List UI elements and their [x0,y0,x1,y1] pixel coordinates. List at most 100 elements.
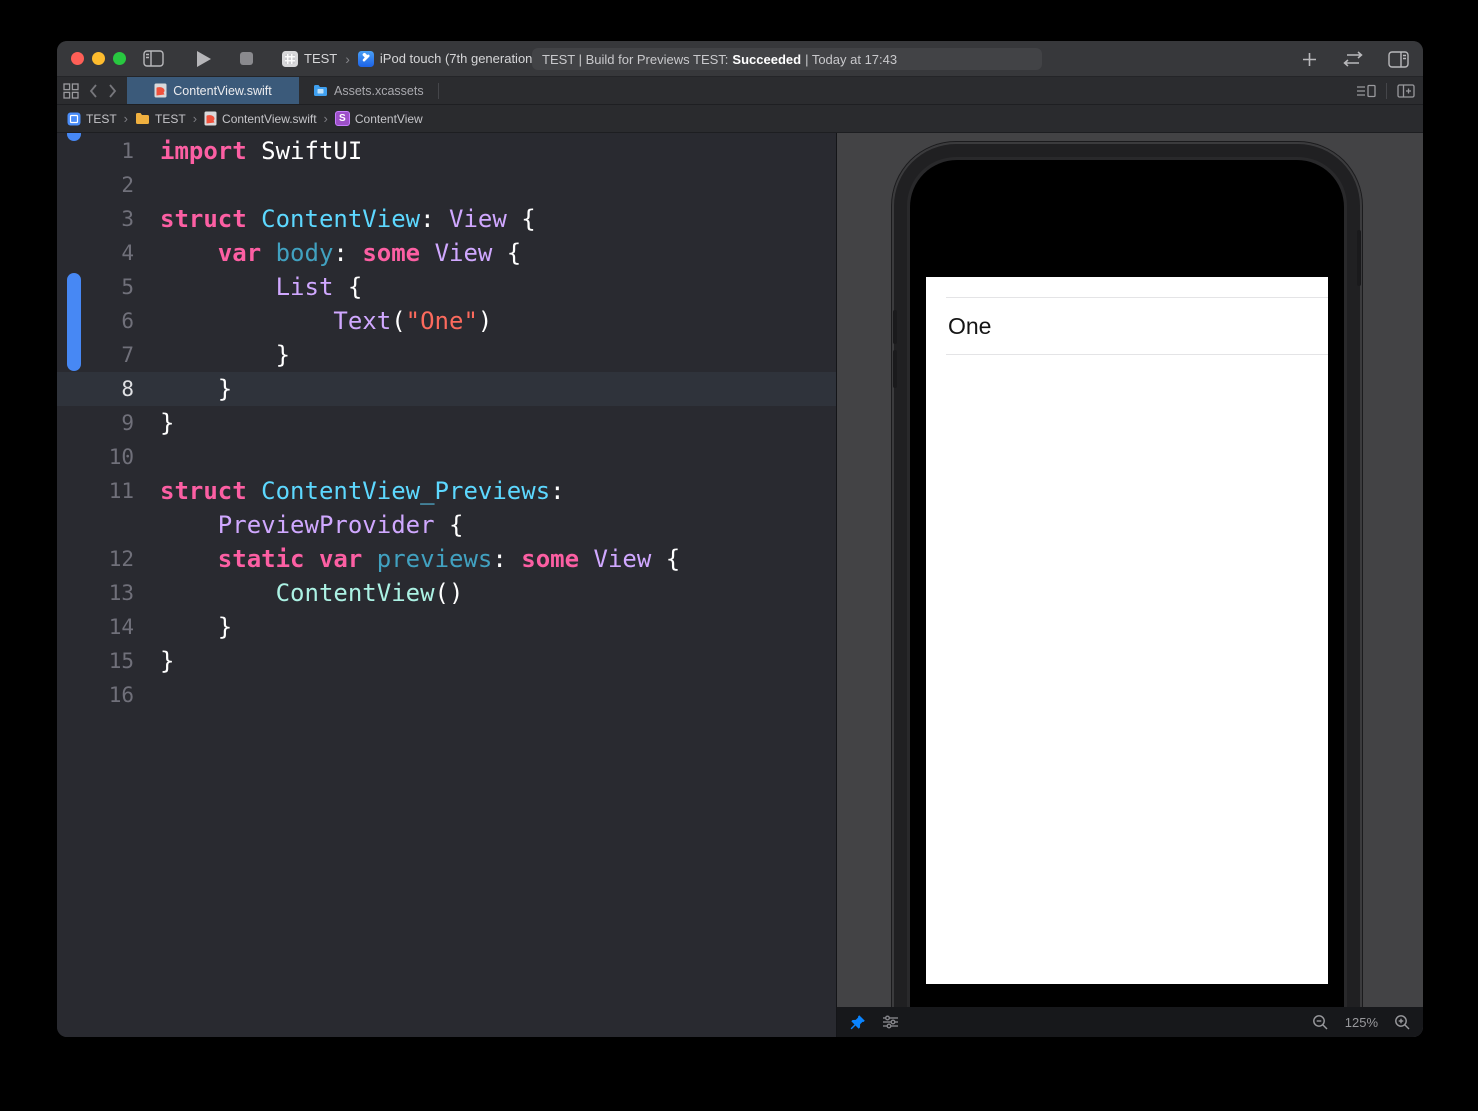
code-line[interactable]: 8 } [57,372,836,406]
volume-up-button [893,310,897,344]
xcode-window: TEST › iPod touch (7th generation) TEST … [57,41,1423,1037]
stop-button[interactable] [240,52,253,65]
app-target-icon [282,50,298,67]
navigator-sidebar-toggle-icon[interactable] [143,50,164,67]
code-line[interactable]: 4 var body: some View { [57,236,836,270]
breadcrumb-symbol[interactable]: S ContentView [334,111,423,126]
device-screen: One [910,160,1344,1037]
line-number: 1 [121,139,134,163]
activity-status-bar[interactable]: TEST | Build for Previews TEST: Succeede… [532,48,1042,70]
code-text: List { [275,273,363,301]
swift-file-icon [154,83,167,98]
breadcrumb-group[interactable]: TEST [135,112,186,126]
status-text: TEST | Build for Previews TEST: [542,51,729,67]
zoom-in-icon[interactable] [1394,1014,1411,1031]
close-window-button[interactable] [71,52,84,65]
status-result: Succeeded [732,51,802,67]
preview-settings-icon[interactable] [882,1014,900,1030]
code-line[interactable]: 6 Text("One") [57,304,836,338]
line-number: 16 [108,683,134,707]
chevron-right-icon: › [345,50,350,67]
code-line[interactable]: 5 List { [57,270,836,304]
scheme-name: TEST [304,51,338,66]
zoom-window-button[interactable] [113,52,126,65]
breadcrumb-file[interactable]: ContentView.swift [204,111,317,126]
tab-label: ContentView.swift [173,83,272,98]
code-text: ContentView() [275,579,464,607]
code-line[interactable]: 9} [57,406,836,440]
chevron-right-icon: › [323,111,328,126]
code-review-icon[interactable] [1340,51,1366,67]
line-number: 10 [108,445,134,469]
zoom-out-icon[interactable] [1312,1014,1329,1031]
pin-preview-icon[interactable] [849,1014,866,1031]
code-line[interactable]: 11 struct ContentView_Previews: [57,474,836,508]
traffic-lights [71,52,126,65]
status-time: | Today at 17:43 [805,51,898,67]
line-number: 14 [108,615,134,639]
add-editor-icon[interactable] [1397,83,1415,99]
code-line[interactable]: 16 [57,678,836,712]
chevron-right-icon: › [123,111,129,126]
volume-down-button [893,350,897,388]
code-text: } [160,409,175,437]
related-items-icon[interactable] [63,82,79,99]
run-button[interactable] [197,50,211,67]
line-number: 15 [108,649,134,673]
list-item-label: One [948,312,992,339]
tab-assets-xcassets[interactable]: Assets.xcassets [299,77,438,104]
go-back-icon[interactable] [89,83,98,98]
preview-canvas[interactable]: One 125% [836,133,1423,1037]
preview-bottom-bar: 125% [837,1007,1423,1037]
code-line[interactable]: 2 [57,168,836,202]
line-number: 8 [121,377,134,401]
inspector-sidebar-toggle-icon[interactable] [1388,50,1409,68]
line-number: 11 [108,479,134,503]
source-editor[interactable]: 1 import SwiftUI 2 3 struct ContentView: Vie… [57,133,836,1037]
code-line[interactable]: 7 } [57,338,836,372]
code-line[interactable]: PreviewProvider { [57,508,836,542]
app-preview-content[interactable]: One [926,277,1328,984]
breadcrumb-label: ContentView [354,111,423,126]
code-line[interactable]: 12 static var previews: some View { [57,542,836,576]
code-lines: 1 import SwiftUI 2 3 struct ContentView: Vie… [57,134,836,712]
change-indicator-bar[interactable] [67,273,81,371]
line-number: 4 [121,241,134,265]
code-text: import SwiftUI [160,137,363,165]
breadcrumb-project[interactable]: TEST [67,112,117,126]
adjust-editor-options-icon[interactable] [1356,83,1376,99]
destination-name: iPod touch (7th generation) [379,51,537,66]
zoom-level: 125% [1344,1014,1378,1030]
code-line[interactable]: 3 struct ContentView: View { [57,202,836,236]
code-line[interactable]: 15} [57,644,836,678]
chevron-right-icon: › [192,111,198,126]
swift-file-icon [204,111,217,126]
code-text: } [160,647,175,675]
folder-icon [136,113,150,124]
tab-contentview-swift[interactable]: ContentView.swift [127,77,299,104]
code-line[interactable]: 1 import SwiftUI [57,134,836,168]
code-line[interactable]: 14 } [57,610,836,644]
code-text: PreviewProvider { [217,511,464,539]
project-icon [67,112,81,125]
code-line[interactable]: 13 ContentView() [57,576,836,610]
list-item[interactable]: One [926,298,1328,354]
jump-bar: TEST › TEST › ContentView.swift › S Cont… [57,105,1423,133]
code-text: Text("One") [333,307,493,335]
code-text: } [160,613,233,641]
line-number: 13 [108,581,134,605]
code-text: static var previews: some View { [217,545,681,573]
tab-bar: ContentView.swift Assets.xcassets [57,77,1423,105]
line-number: 12 [108,547,134,571]
code-line[interactable]: 10 [57,440,836,474]
device-frame: One [892,142,1362,1037]
code-text: struct ContentView: View { [160,205,536,233]
library-add-icon[interactable] [1301,51,1318,68]
simulator-icon [357,50,374,67]
line-number: 3 [121,207,134,231]
breadcrumb-label: TEST [155,111,186,126]
minimize-window-button[interactable] [92,52,105,65]
scheme-selector[interactable]: TEST › iPod touch (7th generation) [282,50,537,67]
go-forward-icon[interactable] [108,83,117,98]
tab-label: Assets.xcassets [334,83,424,98]
